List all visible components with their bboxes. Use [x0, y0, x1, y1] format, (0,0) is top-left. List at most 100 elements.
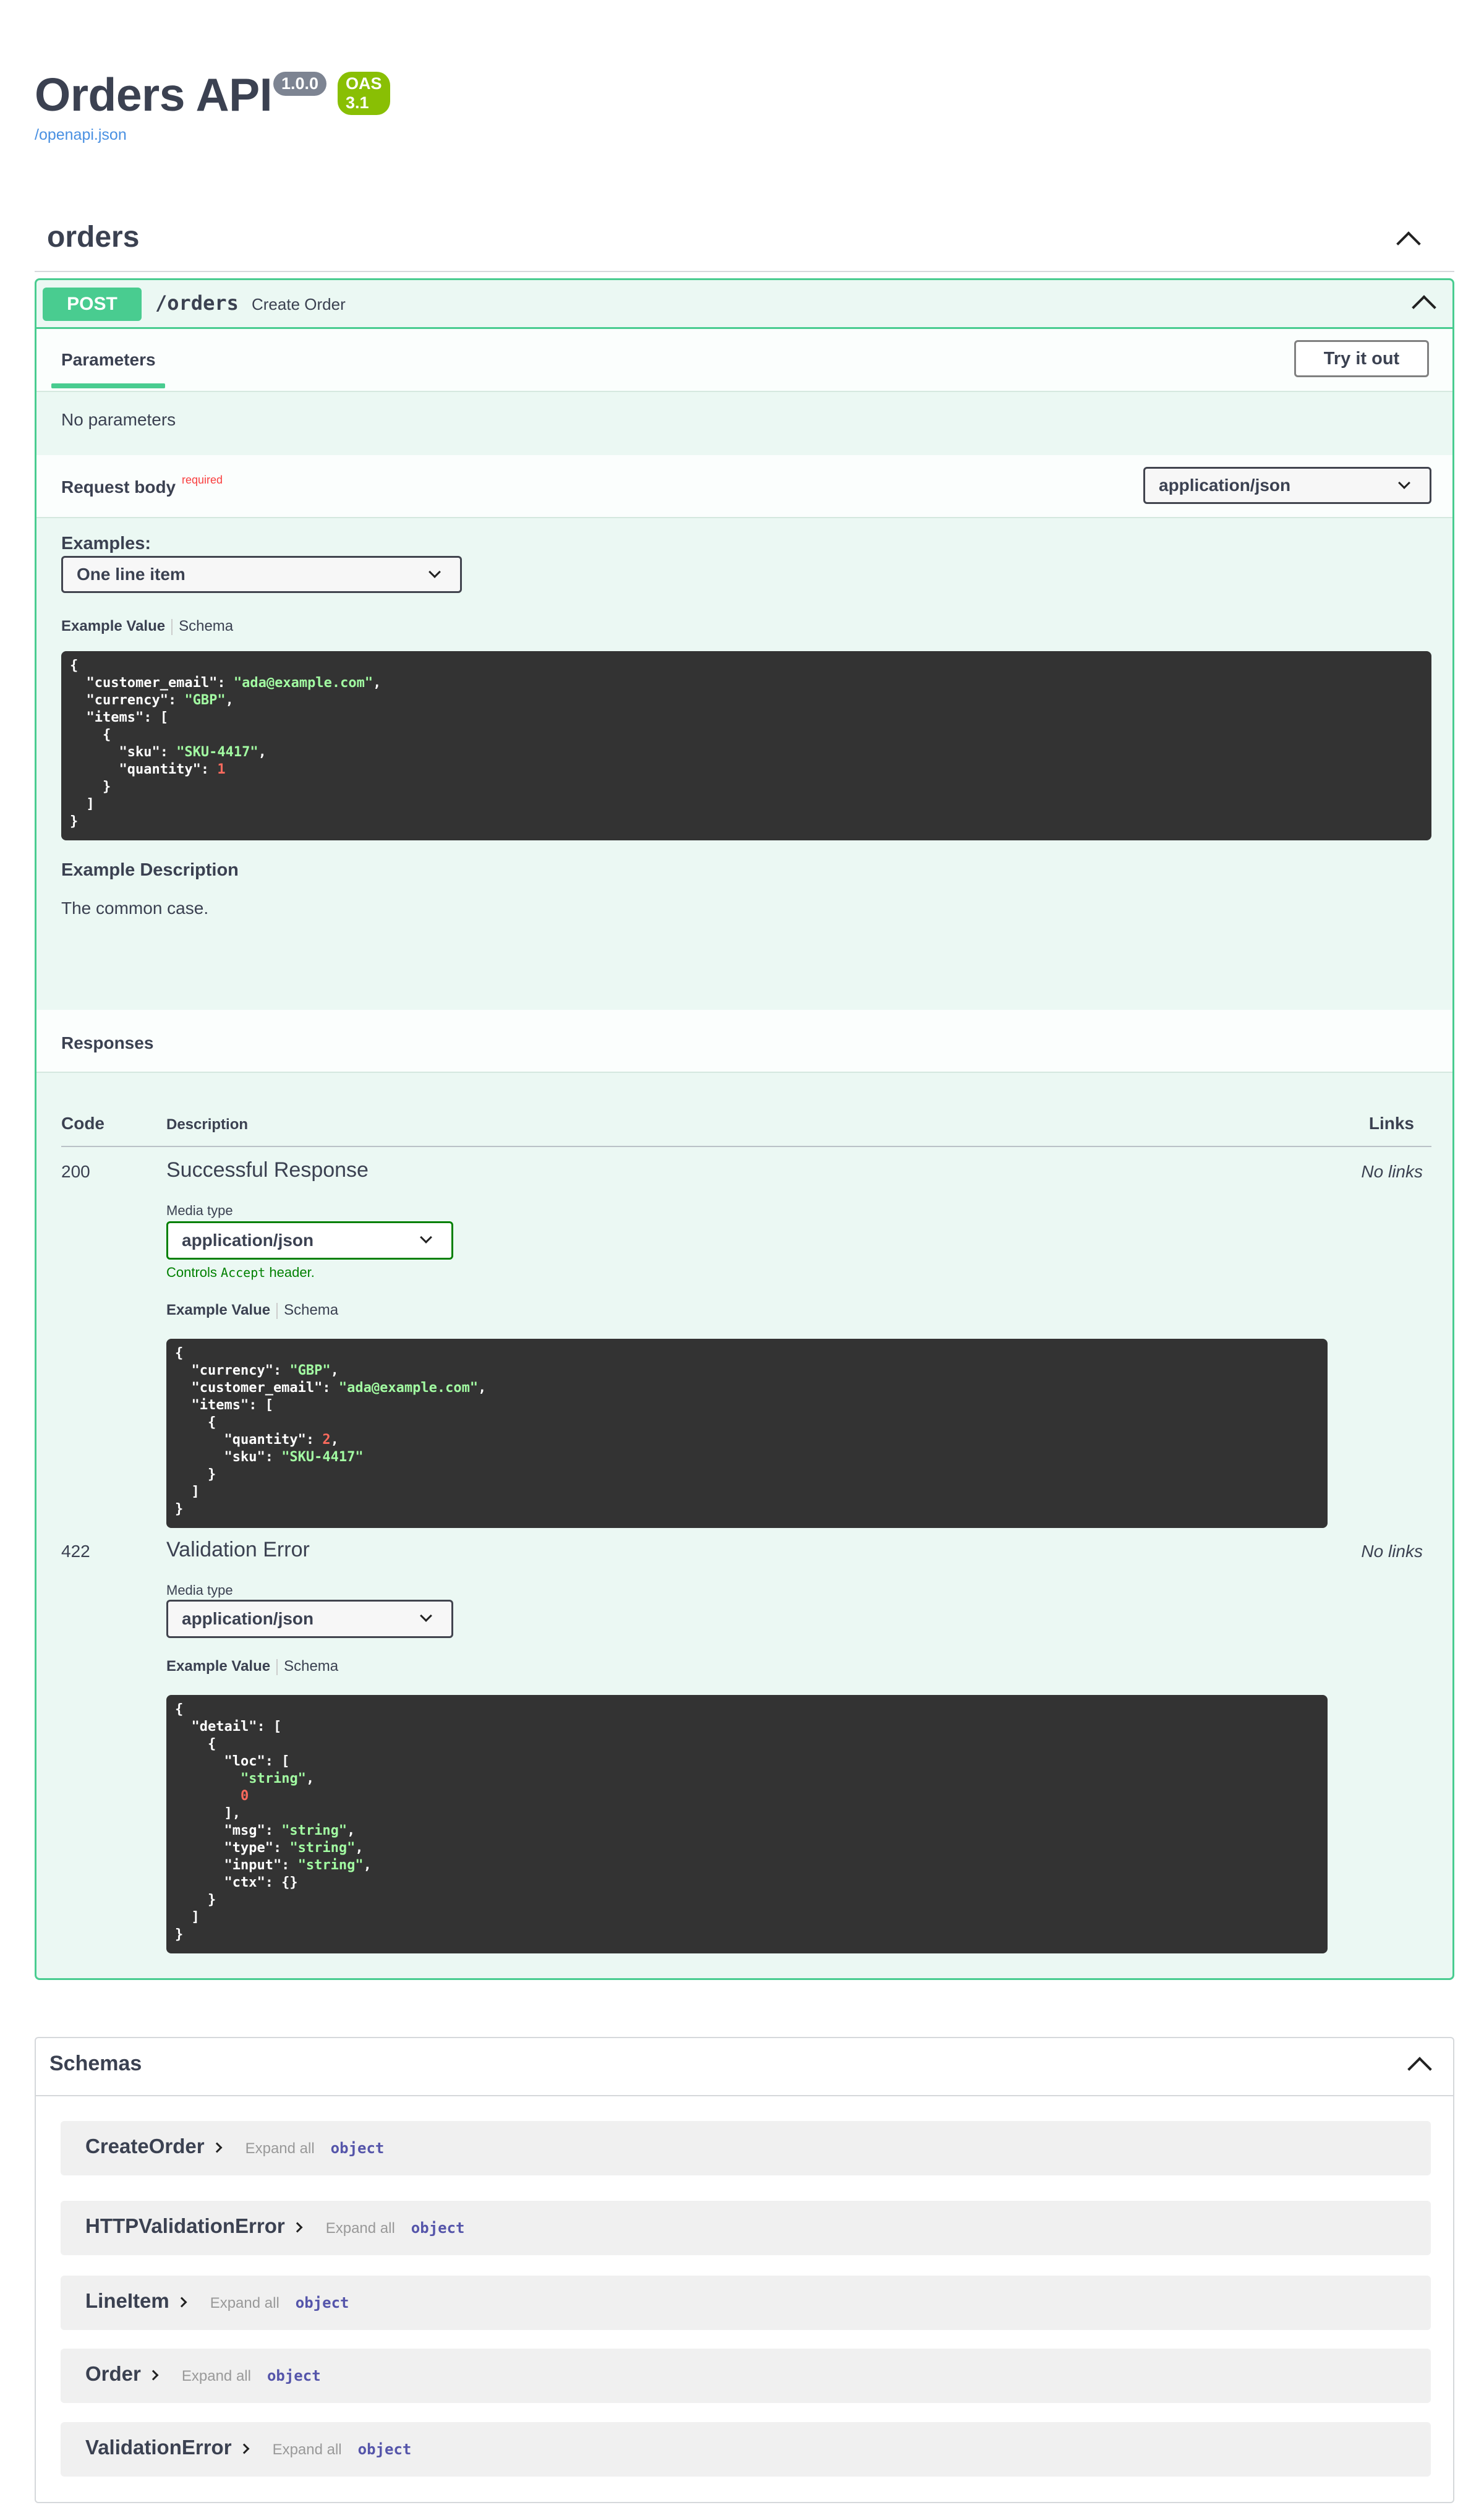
tab-example-value[interactable]: Example Value [166, 1658, 270, 1675]
response-description: Successful Response [166, 1158, 369, 1182]
tab-parameters[interactable]: Parameters [61, 350, 156, 370]
examples-label: Examples: [61, 534, 151, 553]
code-line: } [175, 1467, 216, 1482]
expand-all-link[interactable]: Expand all [273, 2441, 342, 2458]
operation-summary[interactable]: POST /orders Create Order [36, 280, 1452, 329]
code-line: ] [175, 1484, 200, 1500]
code-line: { [70, 658, 79, 673]
code-line: } [175, 1927, 184, 1942]
no-parameters-text: No parameters [61, 410, 176, 429]
code-line: } [175, 1892, 216, 1908]
code-line: { [175, 1415, 216, 1430]
response-200-example-tabs: Example Value Schema [166, 1302, 338, 1319]
api-info: Orders API 1.0.0 OAS 3.1 /openapi.json [35, 68, 390, 143]
code-line: "quantity": 1 [70, 762, 226, 777]
tab-schema[interactable]: Schema [179, 618, 233, 634]
chevron-down-icon [420, 1231, 432, 1244]
chevron-right-icon[interactable] [239, 2443, 250, 2454]
schema-model-type: object [330, 2140, 385, 2157]
tab-separator [276, 1302, 278, 1319]
schemas-header[interactable]: Schemas [36, 2038, 1453, 2096]
code-line: "loc": [ [175, 1754, 290, 1769]
tab-schema[interactable]: Schema [284, 1658, 338, 1675]
responses-header: Responses [36, 1010, 1452, 1073]
tag-section-header[interactable]: orders [35, 210, 1454, 272]
schema-model-name[interactable]: CreateOrder [85, 2135, 205, 2157]
code-line: "quantity": 2, [175, 1432, 339, 1448]
request-body-label: Request body [61, 477, 176, 497]
code-line: } [175, 1501, 184, 1517]
examples-select[interactable]: One line item [61, 556, 462, 593]
schema-model-type: object [357, 2441, 412, 2458]
code-line: } [70, 814, 79, 829]
response-links: No links [1361, 1542, 1423, 1561]
collapse-schemas-icon[interactable] [1407, 2057, 1432, 2081]
try-it-out-button[interactable]: Try it out [1294, 340, 1429, 377]
response-code: 422 [61, 1542, 90, 1561]
chevron-down-icon [420, 1610, 432, 1622]
expand-all-link[interactable]: Expand all [210, 2295, 279, 2311]
collapse-tag-icon[interactable] [1396, 231, 1421, 256]
schemas-section: Schemas CreateOrder Expand all object HTTP… [35, 2037, 1454, 2503]
code-line: "currency": "GBP", [70, 693, 234, 708]
code-line: "detail": [ [175, 1719, 282, 1735]
example-description-title: Example Description [61, 860, 239, 880]
request-body-header: Request body required application/json [36, 455, 1452, 518]
tab-schema[interactable]: Schema [284, 1302, 338, 1318]
tab-separator [276, 1658, 278, 1675]
expand-all-link[interactable]: Expand all [182, 2368, 251, 2384]
code-line: } [70, 779, 111, 795]
schema-model[interactable]: LineItem Expand all object [61, 2276, 1431, 2330]
expand-all-link[interactable]: Expand all [326, 2220, 395, 2237]
response-media-type-select[interactable]: application/json [166, 1600, 453, 1638]
code-line: "type": "string", [175, 1840, 364, 1856]
schema-model[interactable]: CreateOrder Expand all object [61, 2121, 1431, 2175]
request-example-tabs: Example Value Schema [61, 618, 233, 635]
response-422-example-tabs: Example Value Schema [166, 1658, 338, 1675]
code-line: ] [70, 796, 95, 812]
operation-block: POST /orders Create Order Parameters Try… [35, 278, 1454, 1980]
code-line: "items": [ [70, 710, 168, 725]
schema-model[interactable]: HTTPValidationError Expand all object [61, 2201, 1431, 2255]
schema-model-type: object [295, 2294, 349, 2311]
code-line: "items": [ [175, 1398, 273, 1413]
schema-model[interactable]: ValidationError Expand all object [61, 2422, 1431, 2477]
schema-model-name[interactable]: HTTPValidationError [85, 2214, 285, 2237]
code-line: "input": "string", [175, 1858, 372, 1873]
schema-model-name[interactable]: Order [85, 2362, 141, 2385]
response-media-type-select[interactable]: application/json [166, 1221, 453, 1260]
code-line: { [70, 727, 111, 743]
tab-example-value[interactable]: Example Value [166, 1302, 270, 1318]
required-marker: required [182, 474, 223, 486]
expand-all-link[interactable]: Expand all [245, 2140, 315, 2157]
responses-table-header: Code Description Links [61, 1110, 1431, 1147]
code-line: "sku": "SKU-4417", [70, 745, 267, 760]
chevron-right-icon[interactable] [148, 2370, 159, 2381]
response-200-example-code: { "currency": "GBP", "customer_email": "… [166, 1339, 1328, 1528]
schema-model[interactable]: Order Expand all object [61, 2349, 1431, 2403]
col-code: Code [61, 1114, 104, 1133]
parameters-header: Parameters Try it out [36, 329, 1452, 392]
code-line: "customer_email": "ada@example.com", [70, 675, 382, 691]
chevron-down-icon [429, 566, 441, 578]
code-line: ], [175, 1806, 241, 1821]
code-line: ] [175, 1910, 200, 1925]
controls-accept-note: Controls Accept header. [166, 1265, 315, 1280]
version-badge: 1.0.0 [273, 72, 327, 96]
response-description: Validation Error [166, 1538, 310, 1561]
schema-model-type: object [411, 2219, 465, 2237]
chevron-right-icon[interactable] [292, 2222, 303, 2233]
media-type-label: Media type [166, 1582, 233, 1598]
request-content-type-select[interactable]: application/json [1143, 467, 1431, 504]
operation-summary-text: Create Order [252, 295, 346, 314]
chevron-right-icon[interactable] [211, 2142, 223, 2153]
method-badge: POST [43, 288, 142, 321]
schema-model-name[interactable]: ValidationError [85, 2436, 232, 2459]
schema-model-name[interactable]: LineItem [85, 2289, 169, 2312]
response-422-example-code: { "detail": [ { "loc": [ "string", 0 ], … [166, 1695, 1328, 1953]
tab-example-value[interactable]: Example Value [61, 618, 165, 634]
collapse-operation-icon[interactable] [1412, 295, 1436, 320]
spec-url-link[interactable]: /openapi.json [35, 126, 127, 144]
example-description-text: The common case. [61, 898, 209, 918]
chevron-right-icon[interactable] [176, 2297, 187, 2308]
